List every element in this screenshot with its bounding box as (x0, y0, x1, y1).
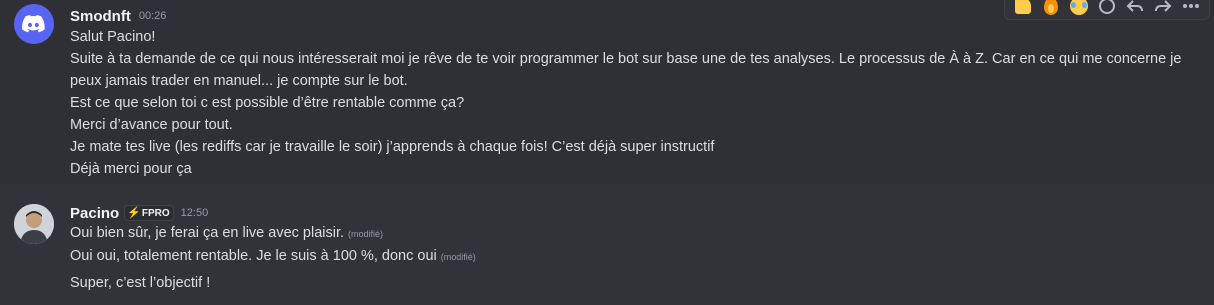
fire-emoji-icon[interactable] (1039, 0, 1063, 18)
username[interactable]: Smodnft (70, 8, 131, 25)
message-content: Smodnft 00:26 Salut Pacino! Suite à ta d… (70, 6, 1194, 180)
thumbs-up-emoji-icon[interactable] (1011, 0, 1035, 18)
message-line: Est ce que selon toi c est possible d’êt… (70, 95, 465, 111)
timestamp[interactable]: 12:50 (181, 207, 209, 219)
role-badge[interactable]: ⚡ FPRO (124, 205, 174, 221)
message-text: Super, c’est l’objectif ! (70, 275, 211, 291)
message-line: Merci d’avance pour tout. (70, 117, 233, 133)
avatar[interactable] (14, 204, 54, 244)
message-line: Oui bien sûr, je ferai ça en live avec p… (70, 223, 1194, 243)
ellipsis-icon (1183, 4, 1199, 8)
username[interactable]: Pacino (70, 205, 119, 222)
message-line: Salut Pacino! (70, 29, 156, 45)
forward-icon[interactable] (1151, 0, 1175, 18)
lightning-icon: ⚡ (127, 206, 141, 219)
message-line: Suite à ta demande de ce qui nous intére… (70, 51, 1182, 89)
message-line: Déjà merci pour ça (70, 161, 192, 177)
joy-emoji-icon[interactable] (1067, 0, 1091, 18)
message-pacino[interactable]: Pacino ⚡ FPRO 12:50 Oui bien sûr, je fer… (0, 196, 1214, 305)
add-reaction-icon[interactable] (1095, 0, 1119, 18)
timestamp[interactable]: 00:26 (139, 10, 167, 22)
message-text: Oui bien sûr, je ferai ça en live avec p… (70, 225, 345, 241)
message-header: Pacino ⚡ FPRO 12:50 (70, 203, 1194, 223)
edited-tag: (modifié) (440, 252, 476, 262)
message-content: Pacino ⚡ FPRO 12:50 Oui bien sûr, je fer… (70, 203, 1194, 297)
reply-arrow-icon (1126, 0, 1143, 12)
message-smodnft[interactable]: Smodnft 00:26 Salut Pacino! Suite à ta d… (0, 0, 1214, 184)
message-line: Oui oui, totalement rentable. Je le suis… (70, 243, 1194, 270)
forward-arrow-icon (1155, 0, 1172, 12)
message-body: Salut Pacino! Suite à ta demande de ce q… (70, 26, 1194, 180)
more-icon[interactable] (1179, 0, 1203, 18)
message-text: Oui oui, totalement rentable. Je le suis… (70, 248, 437, 264)
message-line: Super, c’est l’objectif ! (70, 270, 1194, 297)
badge-label: FPRO (141, 207, 170, 219)
reply-icon[interactable] (1123, 0, 1147, 18)
edited-tag: (modifié) (348, 229, 384, 239)
message-actions-toolbar (1004, 0, 1210, 20)
message-body: Oui bien sûr, je ferai ça en live avec p… (70, 223, 1194, 297)
discord-logo-icon (22, 15, 45, 33)
chat-view: Smodnft 00:26 Salut Pacino! Suite à ta d… (0, 0, 1214, 305)
user-avatar-icon (14, 204, 54, 244)
message-line: Je mate tes live (les rediffs car je tra… (70, 139, 715, 155)
avatar[interactable] (14, 4, 54, 44)
